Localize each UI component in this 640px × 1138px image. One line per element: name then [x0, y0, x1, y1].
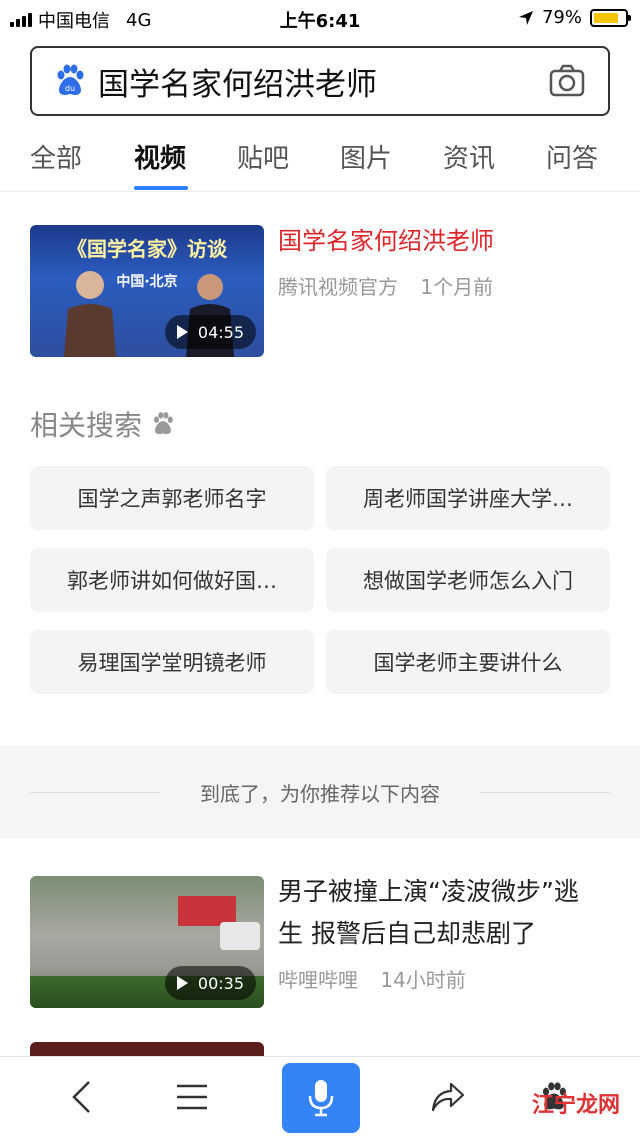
- battery-fill: [594, 12, 618, 23]
- tab-qa[interactable]: 问答: [546, 138, 598, 175]
- location-arrow-icon: [518, 10, 533, 25]
- tab-video[interactable]: 视频: [134, 138, 186, 175]
- result-source: 哔哩哔哩: [278, 968, 358, 992]
- result-title[interactable]: 国学名家何绍洪老师: [278, 221, 494, 261]
- camera-icon[interactable]: [548, 62, 586, 100]
- result-time: 14小时前: [380, 968, 466, 992]
- divider: [480, 792, 610, 793]
- related-search-item[interactable]: 郭老师讲如何做好国…: [30, 548, 314, 612]
- battery-icon: [590, 8, 631, 27]
- share-arrow-icon: [431, 1082, 465, 1112]
- duration-badge: 00:35: [164, 966, 256, 1000]
- video-duration: 00:35: [197, 973, 244, 993]
- search-input[interactable]: 国学名家何绍洪老师: [98, 59, 548, 104]
- share-button[interactable]: [418, 1067, 478, 1127]
- result-meta: 哔哩哔哩 14小时前: [278, 964, 466, 993]
- duration-badge: 04:55: [164, 315, 256, 349]
- active-tab-indicator: [134, 186, 188, 190]
- video-thumbnail[interactable]: 00:35: [30, 876, 264, 1008]
- result-source: 腾讯视频官方: [278, 275, 398, 299]
- baidu-paw-icon: du: [57, 64, 84, 95]
- hamburger-menu-icon: [177, 1084, 207, 1110]
- status-bar: 中国电信 4G 上午6:41 79%: [0, 0, 640, 36]
- related-heading-text: 相关搜索: [30, 409, 143, 442]
- result-title-line[interactable]: 生 报警后自己却悲剧了: [278, 914, 536, 954]
- menu-button[interactable]: [162, 1067, 222, 1127]
- status-right: 79%: [518, 7, 631, 28]
- result-meta: 腾讯视频官方 1个月前: [278, 271, 493, 300]
- result-time: 1个月前: [420, 275, 494, 299]
- thumbnail-caption: 《国学名家》访谈: [67, 237, 227, 261]
- video-result[interactable]: [30, 1042, 610, 1056]
- tab-news[interactable]: 资讯: [443, 138, 495, 175]
- related-search-heading: 相关搜索: [30, 404, 176, 444]
- video-thumbnail[interactable]: 《国学名家》访谈 中国·北京 04:55: [30, 225, 264, 357]
- tab-bar: 全部 视频 贴吧 图片 资讯 问答: [0, 130, 640, 192]
- tab-all[interactable]: 全部: [30, 138, 82, 175]
- baidu-paw-icon: [153, 412, 173, 435]
- chevron-left-icon: [72, 1081, 90, 1113]
- van-shape: [220, 922, 260, 950]
- back-button[interactable]: [52, 1067, 112, 1127]
- watermark: 江宁龙网: [531, 1093, 620, 1118]
- voice-search-button[interactable]: [282, 1063, 360, 1133]
- related-search-item[interactable]: 想做国学老师怎么入门: [326, 548, 610, 612]
- related-search-item[interactable]: 周老师国学讲座大学…: [326, 466, 610, 530]
- microphone-icon: [308, 1080, 334, 1117]
- play-icon: [176, 976, 188, 990]
- bottom-toolbar: 江宁龙网: [0, 1056, 640, 1138]
- video-result[interactable]: 00:35 男子被撞上演“凌波微步”逃 生 报警后自己却悲剧了 哔哩哔哩 14小…: [30, 876, 610, 1010]
- related-search-item[interactable]: 国学老师主要讲什么: [326, 630, 610, 694]
- end-of-results-banner: 到底了，为你推荐以下内容: [0, 746, 640, 838]
- result-title-line[interactable]: 男子被撞上演“凌波微步”逃: [278, 872, 579, 912]
- person-figure: [64, 271, 116, 357]
- related-search-item[interactable]: 国学之声郭老师名字: [30, 466, 314, 530]
- search-bar[interactable]: du 国学名家何绍洪老师: [30, 46, 610, 116]
- play-icon: [176, 325, 188, 339]
- video-thumbnail[interactable]: [30, 1042, 264, 1056]
- battery-percent: 79%: [541, 7, 582, 28]
- tab-tieba[interactable]: 贴吧: [237, 138, 289, 175]
- video-duration: 04:55: [197, 322, 244, 342]
- tab-images[interactable]: 图片: [340, 138, 392, 175]
- related-search-item[interactable]: 易理国学堂明镜老师: [30, 630, 314, 694]
- video-result[interactable]: 《国学名家》访谈 中国·北京 04:55 国学名家何绍洪老师 腾讯视频官方 1个…: [30, 225, 610, 359]
- svg-text:du: du: [65, 84, 75, 93]
